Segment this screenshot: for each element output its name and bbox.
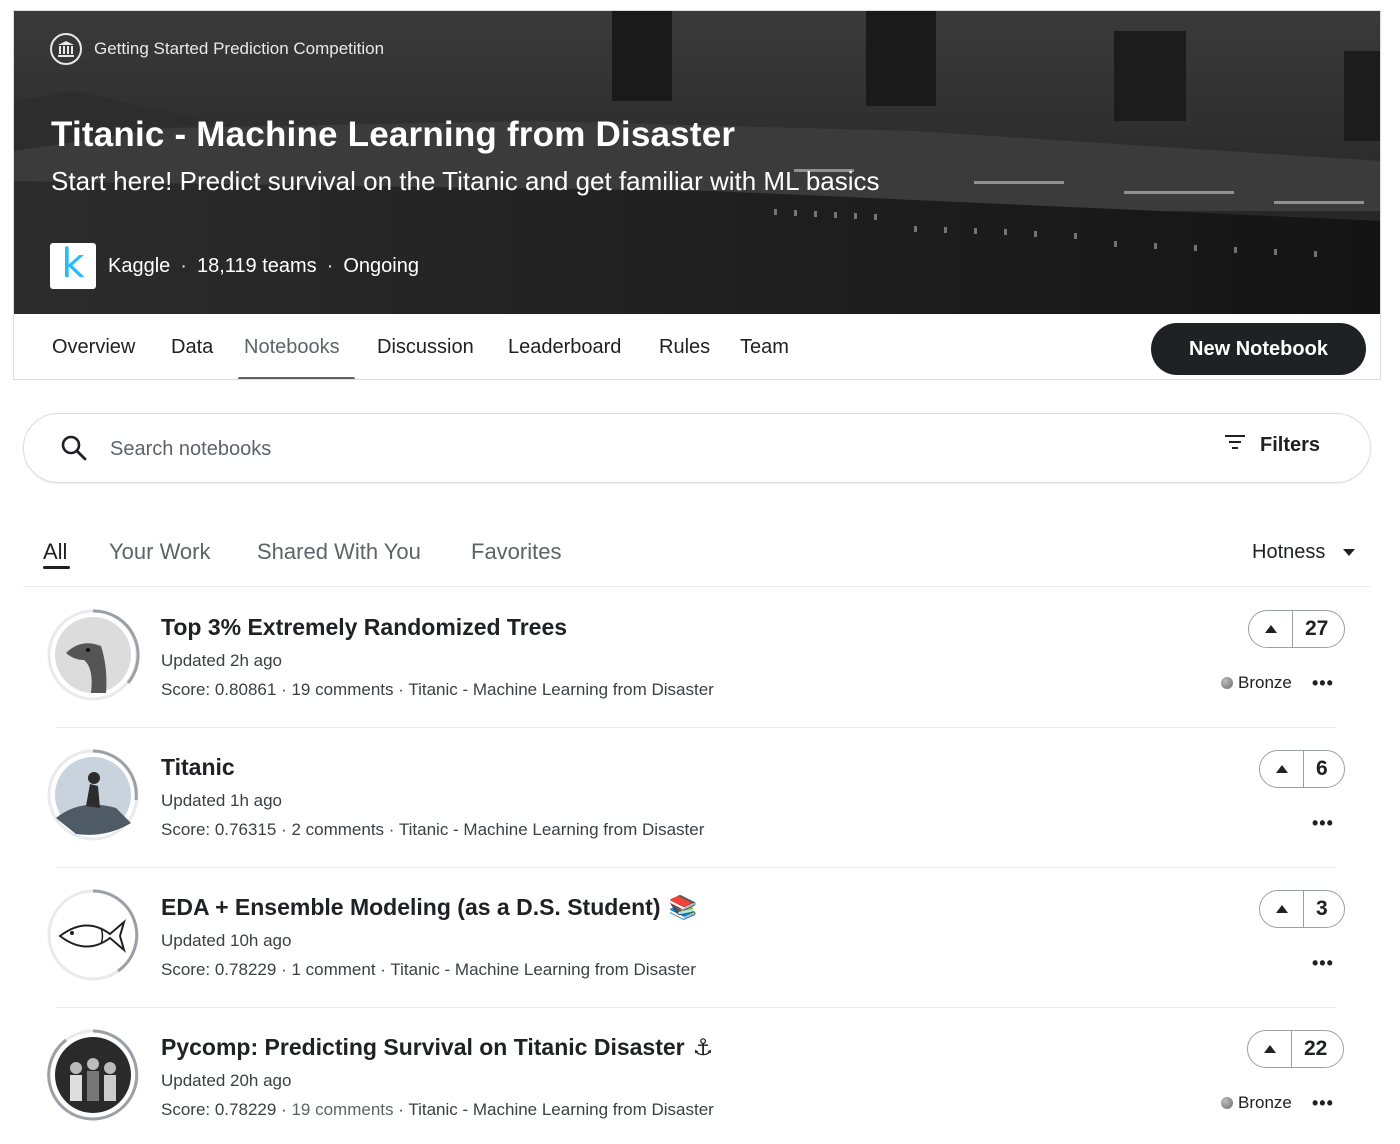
search-icon[interactable] <box>60 434 88 467</box>
notebook-list-item[interactable]: Top 3% Extremely Randomized Trees Update… <box>0 588 1400 728</box>
notebook-comments[interactable]: 19 comments <box>291 1100 393 1119</box>
filter-tab-shared-with-you[interactable]: Shared With You <box>257 539 421 565</box>
notebook-title[interactable]: Top 3% Extremely Randomized Trees <box>161 614 575 641</box>
notebook-updated: Updated 2h ago <box>161 651 282 670</box>
bronze-medal-icon <box>1221 1097 1233 1109</box>
upvote-button[interactable]: 22 <box>1247 1030 1345 1068</box>
active-tab-indicator <box>238 377 355 379</box>
notebook-list-item[interactable]: EDA + Ensemble Modeling (as a D.S. Stude… <box>0 868 1400 1008</box>
notebook-score: Score: 0.78229 <box>161 960 277 979</box>
notebook-meta: Score: 0.80861 · 19 comments · Titanic -… <box>161 680 714 699</box>
notebook-title[interactable]: Titanic <box>161 754 243 781</box>
vote-count: 3 <box>1316 897 1328 920</box>
competition-title: Titanic - Machine Learning from Disaster <box>51 115 736 154</box>
more-options-icon[interactable]: ••• <box>1312 813 1334 834</box>
notebook-competition[interactable]: Titanic - Machine Learning from Disaster <box>399 820 705 839</box>
notebook-list-item[interactable]: Titanic Updated 1h ago Score: 0.76315 · … <box>0 728 1400 868</box>
upvote-button[interactable]: 6 <box>1259 750 1345 788</box>
more-options-icon[interactable]: ••• <box>1312 673 1334 694</box>
more-options-icon[interactable]: ••• <box>1312 1093 1334 1114</box>
kaggle-logo-icon[interactable]: k <box>50 243 96 289</box>
header-banner: Getting Started Prediction Competition T… <box>14 11 1380 314</box>
tab-notebooks[interactable]: Notebooks <box>244 336 340 359</box>
competition-header: Getting Started Prediction Competition T… <box>13 10 1381 380</box>
vote-count: 22 <box>1304 1037 1328 1060</box>
tab-team[interactable]: Team <box>740 336 789 359</box>
notebook-updated: Updated 10h ago <box>161 931 292 950</box>
vote-count: 6 <box>1316 757 1328 780</box>
notebook-title[interactable]: EDA + Ensemble Modeling (as a D.S. Stude… <box>161 894 697 921</box>
filters-button[interactable]: Filters <box>1224 433 1320 457</box>
competition-tabs: Overview Data Notebooks Discussion Leade… <box>14 314 1380 379</box>
arrow-up-icon[interactable] <box>1249 611 1293 647</box>
new-notebook-button[interactable]: New Notebook <box>1151 323 1366 375</box>
competition-type-label: Getting Started Prediction Competition <box>94 39 385 58</box>
more-options-icon[interactable]: ••• <box>1312 953 1334 974</box>
arrow-up-icon[interactable] <box>1260 751 1304 787</box>
notebook-meta: Score: 0.78229 · 1 comment · Titanic - M… <box>161 960 696 979</box>
avatar[interactable] <box>46 608 140 702</box>
vote-count: 27 <box>1305 617 1329 640</box>
notebook-comments[interactable]: 2 comments <box>291 820 384 839</box>
avatar[interactable] <box>46 888 140 982</box>
separator: · <box>326 254 334 277</box>
books-icon: 📚 <box>668 894 698 920</box>
museum-icon <box>50 33 82 65</box>
search-input[interactable] <box>110 434 1010 464</box>
notebook-competition[interactable]: Titanic - Machine Learning from Disaster <box>408 1100 714 1119</box>
notebook-updated: Updated 1h ago <box>161 791 282 810</box>
notebook-competition[interactable]: Titanic - Machine Learning from Disaster <box>408 680 714 699</box>
notebook-score: Score: 0.78229 <box>161 1100 277 1119</box>
medal-badge: Bronze <box>1221 673 1292 693</box>
notebook-score: Score: 0.76315 <box>161 820 277 839</box>
filter-tab-your-work[interactable]: Your Work <box>109 539 211 565</box>
notebook-list-item[interactable]: Pycomp: Predicting Survival on Titanic D… <box>0 1008 1400 1144</box>
filters-label: Filters <box>1260 433 1321 456</box>
tab-data[interactable]: Data <box>171 336 213 359</box>
tab-overview[interactable]: Overview <box>52 336 135 359</box>
active-filter-indicator <box>43 566 70 569</box>
avatar[interactable] <box>46 748 140 842</box>
caret-down-icon <box>1343 549 1356 556</box>
tab-leaderboard[interactable]: Leaderboard <box>508 336 621 359</box>
competition-type: Getting Started Prediction Competition <box>50 33 384 65</box>
tab-discussion[interactable]: Discussion <box>377 336 474 359</box>
teams-count: 18,119 teams <box>196 254 317 277</box>
arrow-up-icon[interactable] <box>1260 891 1304 927</box>
notebook-meta: Score: 0.78229 · 19 comments · Titanic -… <box>161 1100 714 1119</box>
notebook-updated: Updated 20h ago <box>161 1071 292 1090</box>
upvote-button[interactable]: 3 <box>1259 890 1345 928</box>
filter-tab-favorites[interactable]: Favorites <box>471 539 561 565</box>
notebook-score: Score: 0.80861 <box>161 680 277 699</box>
anchor-icon: ⚓ <box>692 1034 714 1060</box>
separator: · <box>180 254 187 277</box>
avatar[interactable] <box>46 1028 140 1122</box>
notebook-comments[interactable]: 19 comments <box>291 680 393 699</box>
divider <box>23 586 1371 587</box>
arrow-up-icon[interactable] <box>1248 1031 1292 1067</box>
sort-selected: Hotness <box>1252 541 1326 563</box>
host-name[interactable]: Kaggle <box>108 255 170 278</box>
competition-status: Ongoing <box>343 254 419 277</box>
notebook-title[interactable]: Pycomp: Predicting Survival on Titanic D… <box>161 1034 713 1061</box>
sort-dropdown[interactable]: Hotness <box>1252 541 1356 564</box>
filter-tab-all[interactable]: All <box>43 539 67 565</box>
notebook-comments[interactable]: 1 comment <box>291 960 375 979</box>
medal-badge: Bronze <box>1221 1093 1292 1113</box>
notebook-competition[interactable]: Titanic - Machine Learning from Disaster <box>390 960 696 979</box>
host-info: k Kaggle · 18,119 teams · Ongoing <box>50 243 419 289</box>
tab-rules[interactable]: Rules <box>659 336 710 359</box>
filter-icon <box>1224 433 1246 457</box>
upvote-button[interactable]: 27 <box>1248 610 1346 648</box>
competition-subtitle: Start here! Predict survival on the Tita… <box>51 166 880 196</box>
notebook-meta: Score: 0.76315 · 2 comments · Titanic - … <box>161 820 705 839</box>
search-bar: Filters <box>23 413 1371 483</box>
bronze-medal-icon <box>1221 677 1233 689</box>
